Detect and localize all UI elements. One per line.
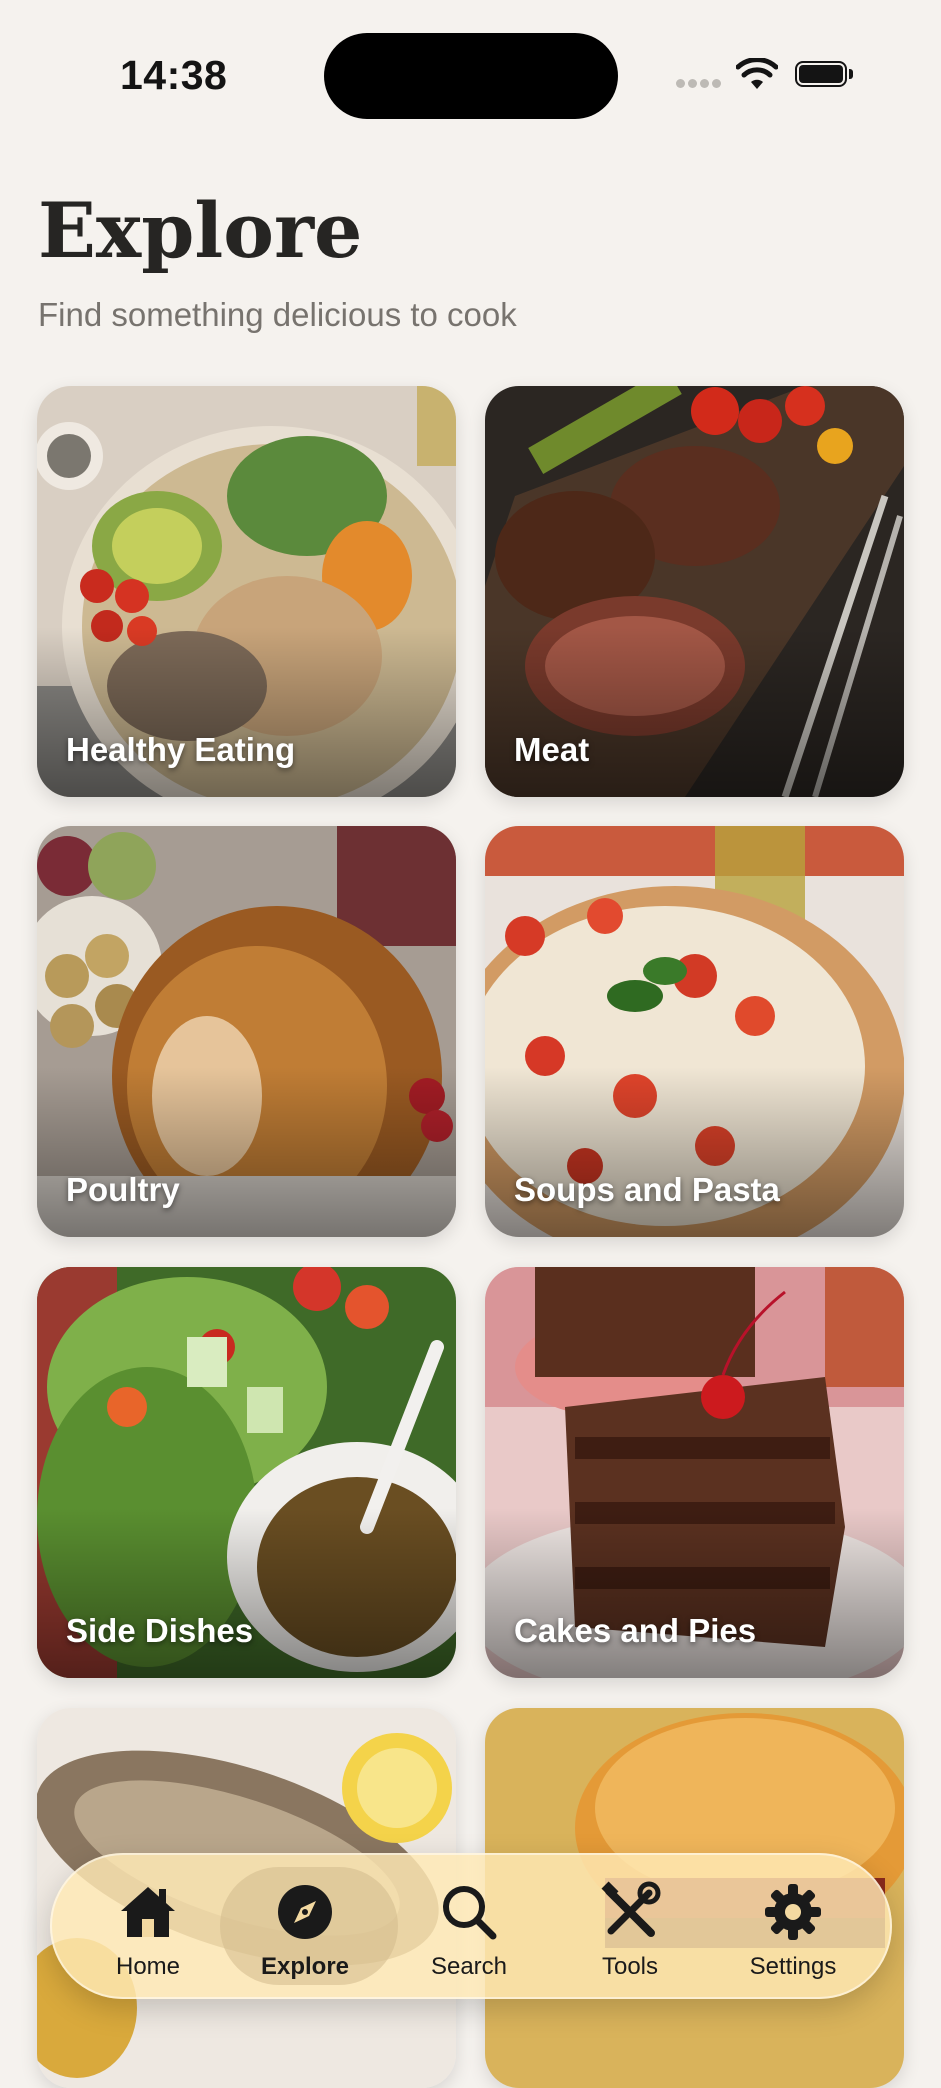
page-title: Explore bbox=[38, 186, 363, 275]
category-label: Cakes and Pies bbox=[514, 1612, 757, 1649]
tab-label: Explore bbox=[260, 1953, 350, 1980]
category-label: Poultry bbox=[66, 1171, 180, 1208]
tab-search[interactable]: Search bbox=[384, 1853, 554, 1999]
compass-icon bbox=[278, 1885, 332, 1939]
category-card-healthy-eating[interactable]: Healthy Eating bbox=[37, 386, 456, 797]
tab-label: Settings bbox=[749, 1953, 837, 1980]
tab-explore[interactable]: Explore bbox=[220, 1853, 398, 1999]
signal-icon bbox=[676, 79, 722, 89]
tab-bar: Home Explore Search Tools Settings bbox=[50, 1853, 892, 1999]
page-subtitle: Find something delicious to cook bbox=[38, 296, 517, 333]
category-label: Meat bbox=[514, 731, 590, 768]
category-card-meat[interactable]: Meat bbox=[485, 386, 904, 797]
category-label: Soups and Pasta bbox=[514, 1171, 780, 1208]
category-label: Healthy Eating bbox=[66, 731, 296, 768]
category-card-cakes-and-pies[interactable]: Cakes and Pies bbox=[485, 1267, 904, 1678]
category-card-poultry[interactable]: Poultry bbox=[37, 826, 456, 1237]
gear-icon bbox=[765, 1884, 821, 1940]
wifi-icon bbox=[736, 58, 778, 89]
category-card-soups-and-pasta[interactable]: Soups and Pasta bbox=[485, 826, 904, 1237]
category-card-side-dishes[interactable]: Side Dishes bbox=[37, 1267, 456, 1678]
tools-icon bbox=[601, 1881, 661, 1937]
tab-label: Home bbox=[115, 1953, 181, 1980]
status-time: 14:38 bbox=[120, 52, 228, 98]
dynamic-island bbox=[324, 33, 618, 119]
tab-label: Search bbox=[430, 1953, 508, 1980]
tab-home[interactable]: Home bbox=[63, 1853, 233, 1999]
tab-label: Tools bbox=[601, 1953, 659, 1980]
category-label: Side Dishes bbox=[66, 1612, 254, 1649]
home-icon bbox=[121, 1887, 175, 1937]
tab-settings[interactable]: Settings bbox=[708, 1853, 878, 1999]
battery-icon bbox=[795, 61, 857, 91]
search-icon bbox=[443, 1886, 497, 1940]
tab-tools[interactable]: Tools bbox=[545, 1853, 715, 1999]
